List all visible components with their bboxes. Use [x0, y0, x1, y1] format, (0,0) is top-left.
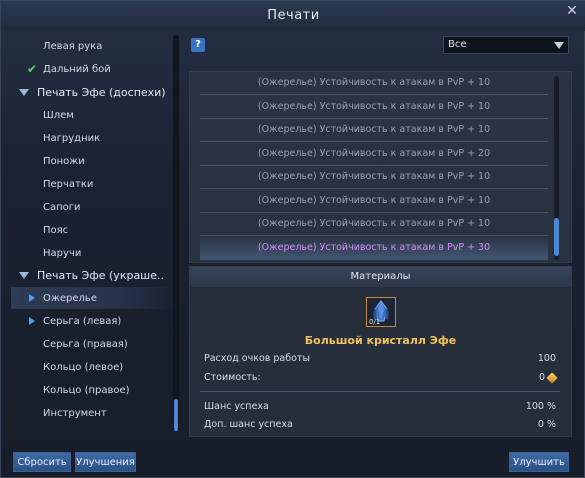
detail-panel: ? Все (Ожерелье) Устойчивость к атакам в…	[189, 35, 572, 437]
tree-item-label: Дальний бой	[43, 63, 111, 75]
work-points-label: Расход очков работы	[204, 353, 310, 364]
filter-select[interactable]: Все	[443, 36, 569, 54]
effect-row[interactable]: (Ожерелье) Устойчивость к атакам в PvP +…	[200, 118, 548, 142]
effect-row[interactable]: (Ожерелье) Устойчивость к атакам в PvP +…	[200, 142, 548, 166]
tree-item[interactable]: Сапоги	[11, 196, 176, 218]
tree-item[interactable]: Левая рука	[11, 35, 176, 57]
tree-item[interactable]: Кольцо (правое)	[11, 379, 176, 401]
arrow-right-icon	[29, 294, 35, 302]
effect-row[interactable]: (Ожерелье) Устойчивость к атакам в PvP +…	[200, 95, 548, 119]
tree-item-label: Кольцо (правое)	[43, 384, 130, 396]
chevron-down-icon	[554, 42, 564, 49]
tree-item[interactable]: Кольцо (левое)	[11, 356, 176, 378]
effect-row[interactable]: (Ожерелье) Устойчивость к атакам в PvP +…	[200, 189, 548, 213]
materials-panel: Материалы 0/1 Большой кристалл Эфе Расхо…	[189, 266, 572, 437]
tree-item-label: Печать Эфе (доспехи)	[37, 85, 166, 99]
success-row: Шанс успеха 100 %	[204, 401, 556, 417]
effects-list: (Ожерелье) Устойчивость к атакам в PvP +…	[189, 71, 572, 263]
tree-item-label: Сапоги	[43, 201, 81, 213]
work-points-value: 100	[537, 353, 556, 364]
effect-row[interactable]: (Ожерелье) Устойчивость к атакам в PvP +…	[200, 165, 548, 189]
tree-item[interactable]: Поножи	[11, 150, 176, 172]
seals-window: Печати ✕ Левая рука ✔ Дальний бой Печать Эф…	[0, 0, 585, 478]
material-name: Большой кристалл Эфе	[304, 334, 457, 347]
tree-scrollbar-track[interactable]	[173, 35, 179, 431]
extra-success-label: Доп. шанс успеха	[204, 419, 293, 430]
check-icon: ✔	[27, 62, 38, 76]
tree-group[interactable]: Печать Эфе (украше..	[11, 264, 176, 286]
tree-item-label: Поножи	[43, 155, 85, 167]
pencil-icon	[546, 371, 558, 384]
close-icon[interactable]: ✕	[564, 3, 580, 19]
cost-row: Стоимость: 0	[204, 371, 558, 388]
item-count: 0/1	[369, 318, 381, 326]
tree-item-label: Серьга (правая)	[43, 338, 128, 350]
tree-group[interactable]: Печать Эфе (доспехи)	[11, 81, 176, 103]
extra-success-value: 0 %	[537, 419, 556, 430]
effect-row[interactable]: (Ожерелье) Устойчивость к атакам в PvP +…	[200, 212, 548, 236]
tree-item[interactable]: Серьга (левая)	[11, 310, 176, 332]
tree-scrollbar-thumb[interactable]	[174, 399, 178, 431]
tree-item[interactable]: Пояс	[11, 219, 176, 241]
tree-item-label: Кольцо (левое)	[43, 361, 124, 373]
reset-button[interactable]: Сбросить	[13, 452, 71, 472]
tree-item-label: Нагрудник	[43, 132, 101, 144]
help-icon[interactable]: ?	[191, 38, 205, 52]
tree-item[interactable]: Ожерелье	[11, 287, 176, 309]
tree-item[interactable]: Серьга (правая)	[11, 333, 176, 355]
arrow-right-icon	[29, 317, 35, 325]
tree-item[interactable]: Перчатки	[11, 173, 176, 195]
tree-item-label: Перчатки	[43, 178, 94, 190]
materials-header: Материалы	[190, 267, 571, 287]
cost-value-wrap: 0	[538, 371, 558, 384]
title-bar: Печати ✕	[1, 1, 585, 31]
cost-label: Стоимость:	[204, 372, 261, 383]
extra-success-row: Доп. шанс успеха 0 %	[204, 419, 556, 435]
crystal-item-icon[interactable]: 0/1	[366, 297, 396, 327]
category-tree: Левая рука ✔ Дальний бой Печать Эфе (доспех…	[11, 35, 181, 435]
tree-item-label: Шлем	[43, 109, 74, 121]
tree-item-label: Ожерелье	[43, 292, 97, 304]
window-title: Печати	[267, 8, 320, 23]
materials-divider	[200, 391, 560, 392]
tree-item[interactable]: Нагрудник	[11, 127, 176, 149]
success-value: 100 %	[525, 401, 556, 412]
success-label: Шанс успеха	[204, 401, 269, 412]
tree-item-label: Серьга (левая)	[43, 315, 122, 327]
tree-item[interactable]: Инструмент	[11, 402, 176, 424]
effect-row[interactable]: (Ожерелье) Устойчивость к атакам в PvP +…	[200, 235, 548, 260]
filter-select-value: Все	[448, 39, 467, 50]
tree-item[interactable]: Шлем	[11, 104, 176, 126]
cost-value: 0	[538, 372, 545, 383]
tree-item[interactable]: ✔ Дальний бой	[11, 58, 176, 80]
effect-row[interactable]: (Ожерелье) Устойчивость к атакам в PvP +…	[200, 72, 548, 95]
upgrades-button[interactable]: Улучшения	[75, 452, 136, 472]
expand-caret-icon	[19, 88, 29, 96]
expand-caret-icon	[19, 271, 29, 279]
tree-item-label: Левая рука	[43, 40, 103, 52]
tree-item-label: Печать Эфе (украше..	[37, 268, 165, 282]
tree-item-label: Наручи	[43, 247, 82, 259]
effects-scrollbar-thumb[interactable]	[554, 218, 559, 256]
tree-item-label: Пояс	[43, 224, 69, 236]
improve-button[interactable]: Улучшить	[509, 452, 569, 472]
tree-item[interactable]: Наручи	[11, 242, 176, 264]
work-points-row: Расход очков работы 100	[204, 353, 556, 369]
tree-item-label: Инструмент	[43, 407, 107, 419]
